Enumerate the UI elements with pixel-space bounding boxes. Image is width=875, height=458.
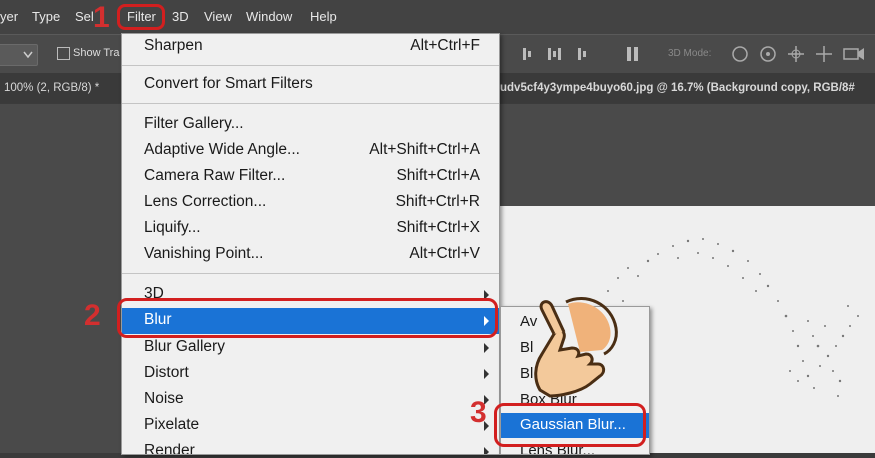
menu-item-label: Blur Gallery <box>144 338 225 355</box>
pointing-hand-icon <box>534 296 618 398</box>
menu-item-label: Lens Correction... <box>144 193 267 210</box>
menu-item-label: Distort <box>144 364 189 381</box>
shortcut-label: Shift+Ctrl+R <box>395 193 480 210</box>
menu-item-camera-raw-filter[interactable]: Camera Raw Filter... Shift+Ctrl+A <box>122 164 499 190</box>
menu-select[interactable]: Sel <box>75 9 94 24</box>
menu-separator <box>122 65 499 66</box>
show-transform-label: Show Tra <box>73 47 120 59</box>
shortcut-label: Shift+Ctrl+A <box>396 167 480 184</box>
menu-item-distort[interactable]: Distort <box>122 361 499 387</box>
menu-item-liquify[interactable]: Liquify... Shift+Ctrl+X <box>122 216 499 242</box>
submenu-arrow-icon <box>484 369 489 379</box>
shortcut-label: Alt+Ctrl+V <box>409 245 480 262</box>
step-number-1: 1 <box>93 1 110 34</box>
menu-item-label: Noise <box>144 390 184 407</box>
submenu-arrow-icon <box>484 343 489 353</box>
tool-preset-dropdown[interactable] <box>0 44 38 66</box>
step-number-2: 2 <box>84 299 101 332</box>
annotation-ring-blur <box>117 298 498 338</box>
annotation-ring-filter <box>117 4 165 30</box>
align-icon[interactable] <box>625 45 641 63</box>
menu-item-pixelate[interactable]: Pixelate <box>122 413 499 439</box>
menu-item-label: Filter Gallery... <box>144 115 244 132</box>
menu-separator <box>122 103 499 104</box>
menu-item-lens-correction[interactable]: Lens Correction... Shift+Ctrl+R <box>122 190 499 216</box>
menu-item-label: Pixelate <box>144 416 200 433</box>
menu-item-label: Render <box>144 442 195 455</box>
submenu-arrow-icon <box>484 447 489 454</box>
menu-item-convert-smart-filters[interactable]: Convert for Smart Filters <box>122 72 499 98</box>
menu-item-label: Liquify... <box>144 219 201 236</box>
3d-mode-label: 3D Mode: <box>668 48 712 59</box>
filter-menu: Sharpen Alt+Ctrl+F Convert for Smart Fil… <box>121 33 500 455</box>
menu-type[interactable]: Type <box>32 9 60 24</box>
shortcut-label: Shift+Ctrl+X <box>396 219 480 236</box>
chevron-down-icon <box>23 51 33 59</box>
menu-3d[interactable]: 3D <box>172 9 189 24</box>
menu-item-adaptive-wide-angle[interactable]: Adaptive Wide Angle... Alt+Shift+Ctrl+A <box>122 138 499 164</box>
annotation-ring-gaussian <box>494 403 646 447</box>
menu-item-label: Camera Raw Filter... <box>144 167 286 184</box>
menu-separator <box>122 273 499 274</box>
menu-item-label: Sharpen <box>144 37 203 54</box>
menu-help[interactable]: Help <box>310 9 337 24</box>
step-number-3: 3 <box>470 396 487 429</box>
menu-layer[interactable]: yer <box>0 9 18 24</box>
distribute-icons <box>520 45 610 63</box>
menu-window[interactable]: Window <box>246 9 292 24</box>
menu-item-vanishing-point[interactable]: Vanishing Point... Alt+Ctrl+V <box>122 242 499 268</box>
tab-document-left[interactable]: 100% (2, RGB/8) * <box>4 82 99 94</box>
menu-item-label: Convert for Smart Filters <box>144 75 313 92</box>
menu-item-sharpen[interactable]: Sharpen Alt+Ctrl+F <box>122 34 499 60</box>
show-transform-checkbox[interactable] <box>57 47 70 60</box>
tab-document-active[interactable]: udv5cf4y3ympe4buyo60.jpg @ 16.7% (Backgr… <box>500 82 855 94</box>
menu-item-filter-gallery[interactable]: Filter Gallery... <box>122 112 499 138</box>
menu-item-label: Adaptive Wide Angle... <box>144 141 300 158</box>
menu-item-noise[interactable]: Noise <box>122 387 499 413</box>
menu-item-label: Vanishing Point... <box>144 245 264 262</box>
3d-tools-icons[interactable] <box>730 43 870 65</box>
menu-view[interactable]: View <box>204 9 232 24</box>
shortcut-label: Alt+Shift+Ctrl+A <box>369 141 480 158</box>
distribute-icon[interactable] <box>520 45 610 63</box>
shortcut-label: Alt+Ctrl+F <box>410 37 480 54</box>
menu-item-blur-gallery[interactable]: Blur Gallery <box>122 335 499 361</box>
